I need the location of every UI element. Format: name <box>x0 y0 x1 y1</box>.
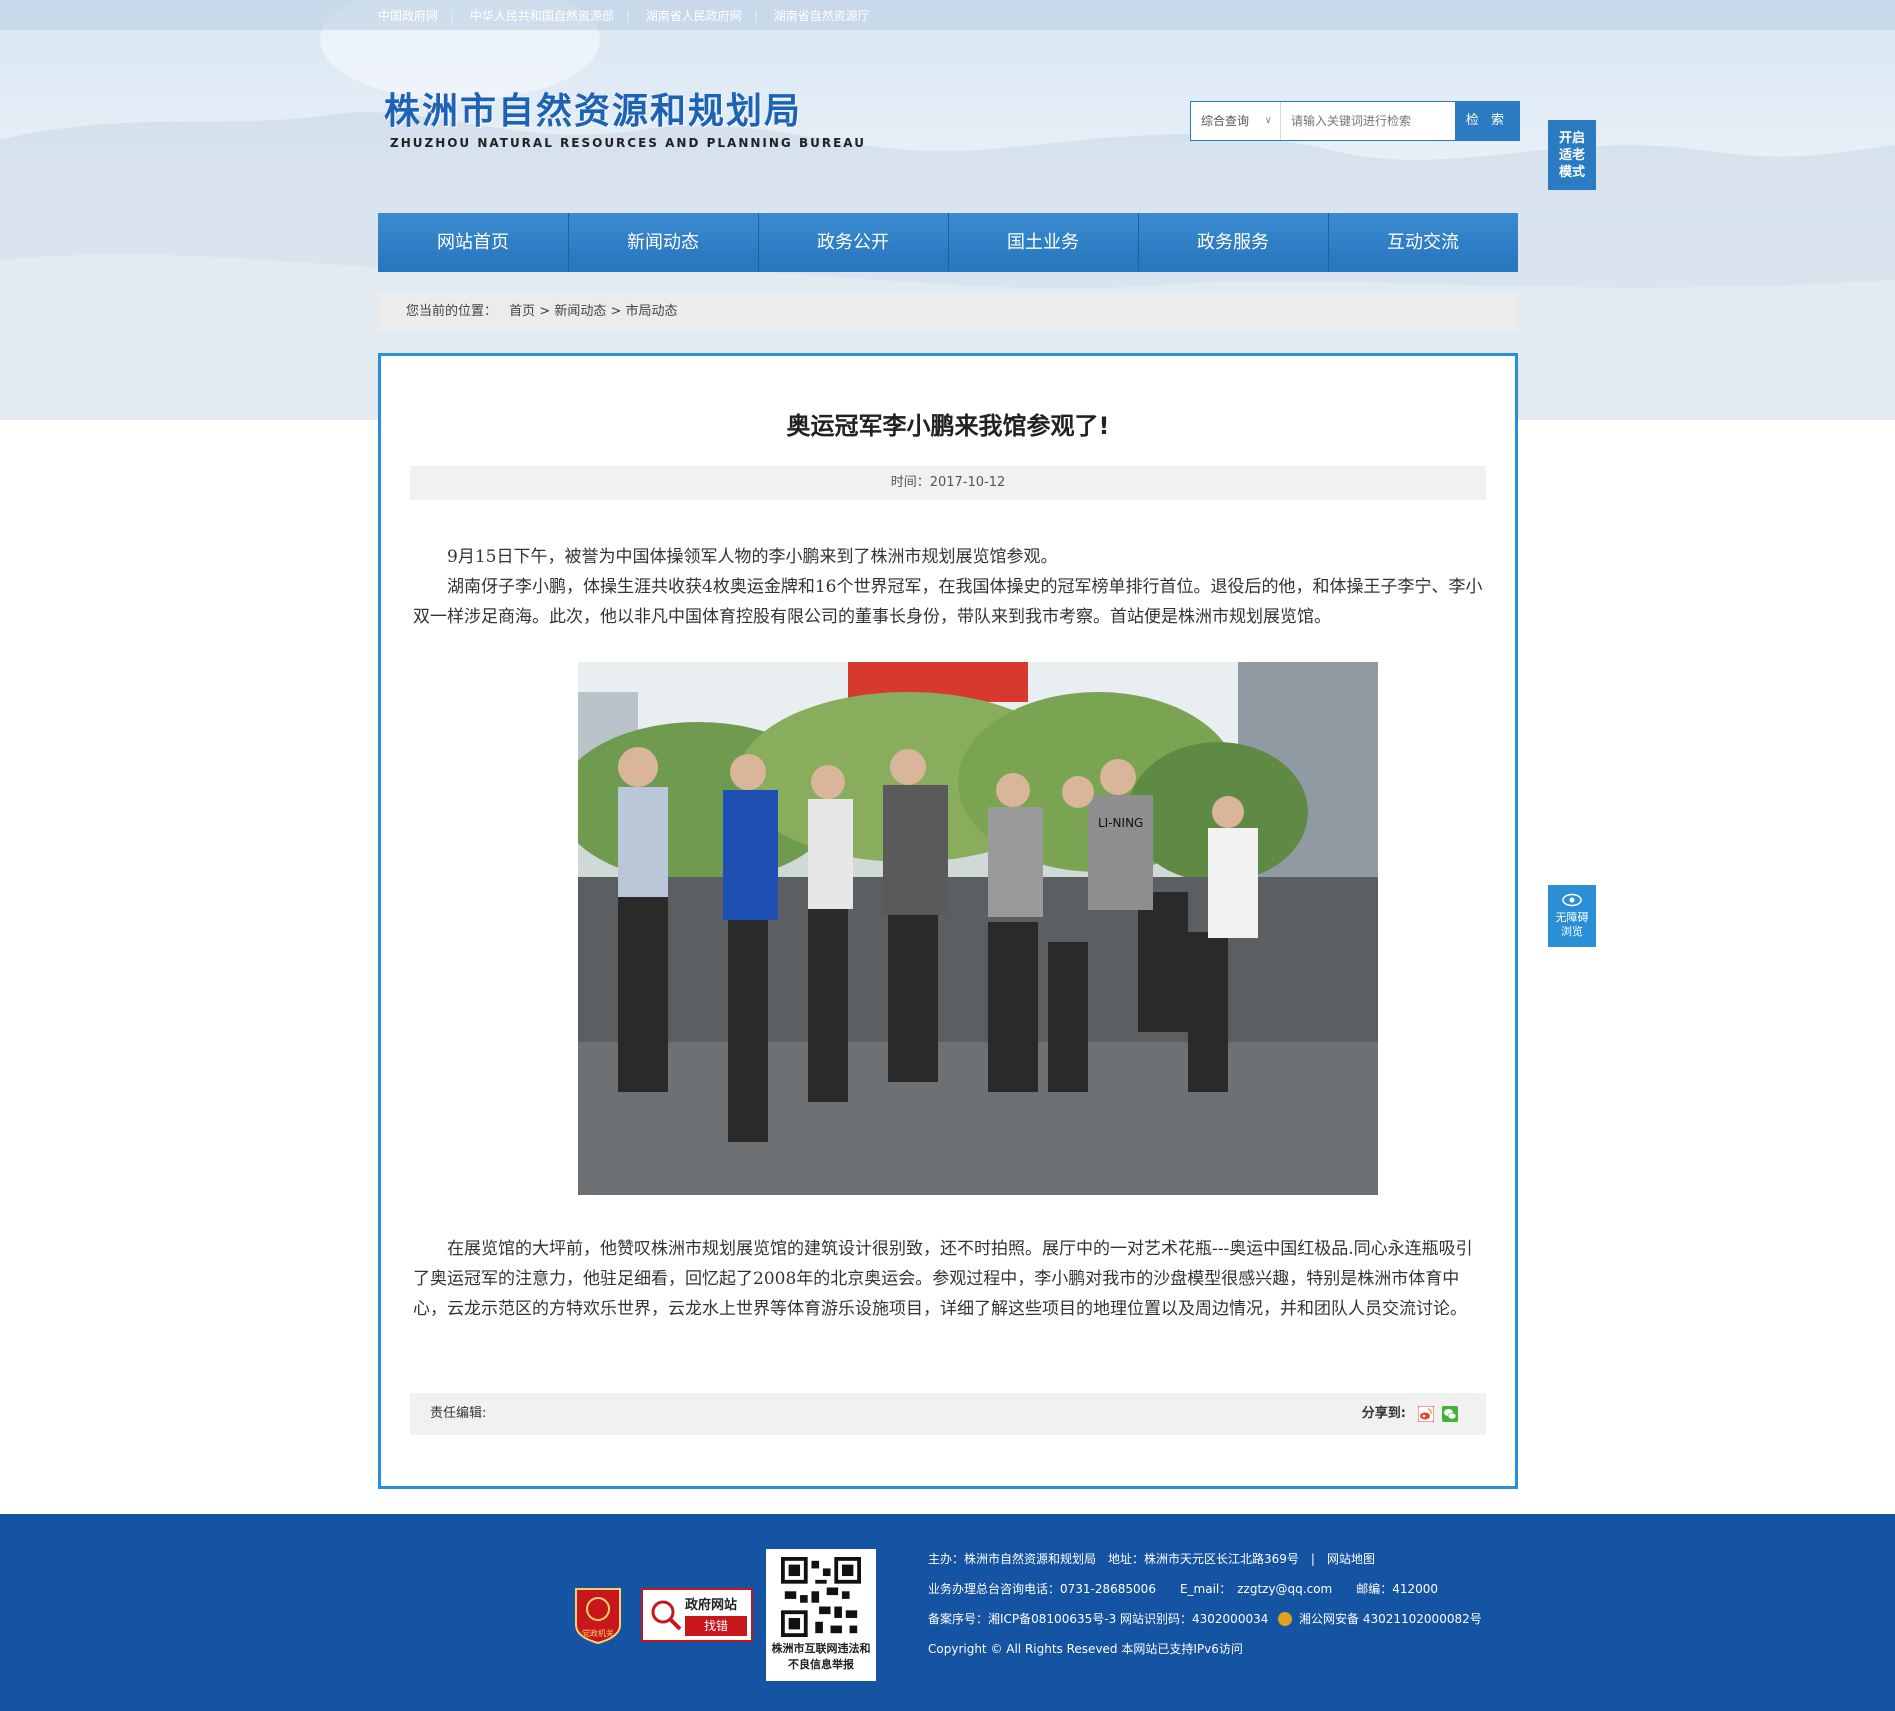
search-bar: 综合查询 ∨ 检 索 <box>1190 101 1520 141</box>
site-logo[interactable]: 株洲市自然资源和规划局 ZHUZHOU NATURAL RESOURCES AN… <box>384 91 866 151</box>
shirt-text: LI-NING <box>1098 816 1143 830</box>
footer-line-copyright: Copyright © All Rights Reseved 本网站已支持IPv… <box>928 1642 1243 1656</box>
nav-item-gov-service[interactable]: 政务服务 <box>1138 213 1328 272</box>
editor-label: 责任编辑: <box>430 1406 487 1421</box>
gov-site-error-badge[interactable]: 政府网站 找错 <box>641 1588 753 1642</box>
top-link-hunan-nr[interactable]: 湖南省自然资源厅 <box>774 9 870 23</box>
badge-title: 政府网站 <box>685 1598 738 1613</box>
main-nav: 网站首页 新闻动态 政务公开 国土业务 政务服务 互动交流 <box>378 213 1518 272</box>
accessibility-button[interactable]: 无障碍 浏览 <box>1548 885 1596 947</box>
badge-action: 找错 <box>685 1616 747 1636</box>
top-link-bar <box>0 0 1895 30</box>
search-category-value: 综合查询 <box>1201 114 1250 128</box>
search-input[interactable] <box>1283 102 1453 140</box>
article-paragraph: 在展览馆的大坪前，他赞叹株洲市规划展览馆的建筑设计很别致，还不时拍照。展厅中的一… <box>413 1239 1473 1319</box>
article-photo: LI-NING <box>578 662 1378 1195</box>
qr-caption: 株洲市互联网违法和不良信息举报 <box>771 1642 871 1671</box>
magnifier-icon <box>651 1600 682 1631</box>
footer-icp[interactable]: 备案序号：湘ICP备08100635号-3 网站识别码：4302000034 <box>928 1612 1268 1626</box>
article-title: 奥运冠军李小鹏来我馆参观了! <box>786 412 1110 440</box>
nav-item-land-business[interactable]: 国土业务 <box>948 213 1138 272</box>
footer-info: 主办：株洲市自然资源和规划局 地址：株洲市天元区长江北路369号 | 网站地图 … <box>928 1549 1482 1669</box>
breadcrumb-path[interactable]: 首页 > 新闻动态 > 市局动态 <box>509 304 677 319</box>
breadcrumb: 您当前的位置： 首页 > 新闻动态 > 市局动态 <box>378 293 1518 331</box>
qr-code-icon <box>781 1557 861 1637</box>
police-badge-icon <box>1278 1612 1293 1626</box>
article-paragraph: 湖南伢子李小鹏，体操生涯共收获4枚奥运金牌和16个世界冠军，在我国体操史的冠军榜… <box>413 577 1483 627</box>
footer-line-host: 主办：株洲市自然资源和规划局 地址：株洲市天元区长江北路369号 | 网站地图 <box>928 1552 1375 1566</box>
nav-item-gov-affairs[interactable]: 政务公开 <box>758 213 948 272</box>
share-label: 分享到: <box>1361 1406 1406 1421</box>
top-link-gov[interactable]: 中国政府网 <box>378 9 438 23</box>
accessibility-label: 浏览 <box>1561 925 1583 938</box>
separator: | <box>450 9 455 23</box>
eye-icon <box>1562 893 1582 907</box>
search-category-select[interactable]: 综合查询 ∨ <box>1191 102 1281 140</box>
separator: | <box>753 9 758 23</box>
top-link-mnr[interactable]: 中华人民共和国自然资源部 <box>470 9 614 23</box>
top-link-hunan-gov[interactable]: 湖南省人民政府网 <box>646 9 742 23</box>
breadcrumb-prefix: 您当前的位置： <box>406 304 498 319</box>
article-footer-bar: 责任编辑: 分享到: <box>410 1393 1486 1435</box>
footer-line-contact: 业务办理总台咨询电话：0731-28685006 E_mail： zzgtzy@… <box>928 1582 1439 1596</box>
search-button[interactable]: 检 索 <box>1455 102 1519 140</box>
separator: | <box>625 9 630 23</box>
weibo-icon[interactable] <box>1418 1406 1434 1422</box>
article-meta: 时间：2017-10-12 <box>410 466 1486 500</box>
party-gov-badge[interactable]: 党政机关 <box>572 1585 624 1645</box>
wechat-icon[interactable] <box>1442 1406 1458 1422</box>
elder-mode-button[interactable]: 开启适老模式 <box>1548 120 1596 190</box>
accessibility-label: 无障碍 <box>1555 911 1589 924</box>
footer-line-record: 备案序号：湘ICP备08100635号-3 网站识别码：4302000034 湘… <box>928 1609 1482 1639</box>
nav-item-home[interactable]: 网站首页 <box>378 213 568 272</box>
top-links: 中国政府网 | 中华人民共和国自然资源部 | 湖南省人民政府网 | 湖南省自然资源厅 <box>378 7 882 24</box>
logo-english: ZHUZHOU NATURAL RESOURCES AND PLANNING B… <box>390 136 866 150</box>
article-paragraph: 9月15日下午，被誉为中国体操领军人物的李小鹏来到了株洲市规划展览馆参观。 <box>413 547 1058 567</box>
footer-police-record[interactable]: 湘公网安备 43021102000082号 <box>1299 1612 1482 1626</box>
party-gov-badge-label: 党政机关 <box>582 1628 614 1638</box>
logo-chinese: 株洲市自然资源和规划局 <box>384 91 803 132</box>
elder-mode-label: 开启适老模式 <box>1558 131 1585 180</box>
nav-item-interaction[interactable]: 互动交流 <box>1328 213 1518 272</box>
chevron-down-icon: ∨ <box>1264 115 1272 126</box>
qr-code-block[interactable]: 株洲市互联网违法和不良信息举报 <box>766 1549 876 1681</box>
article-panel: 奥运冠军李小鹏来我馆参观了! 时间：2017-10-12 9月15日下午，被誉为… <box>378 353 1518 1489</box>
nav-item-news[interactable]: 新闻动态 <box>568 213 758 272</box>
